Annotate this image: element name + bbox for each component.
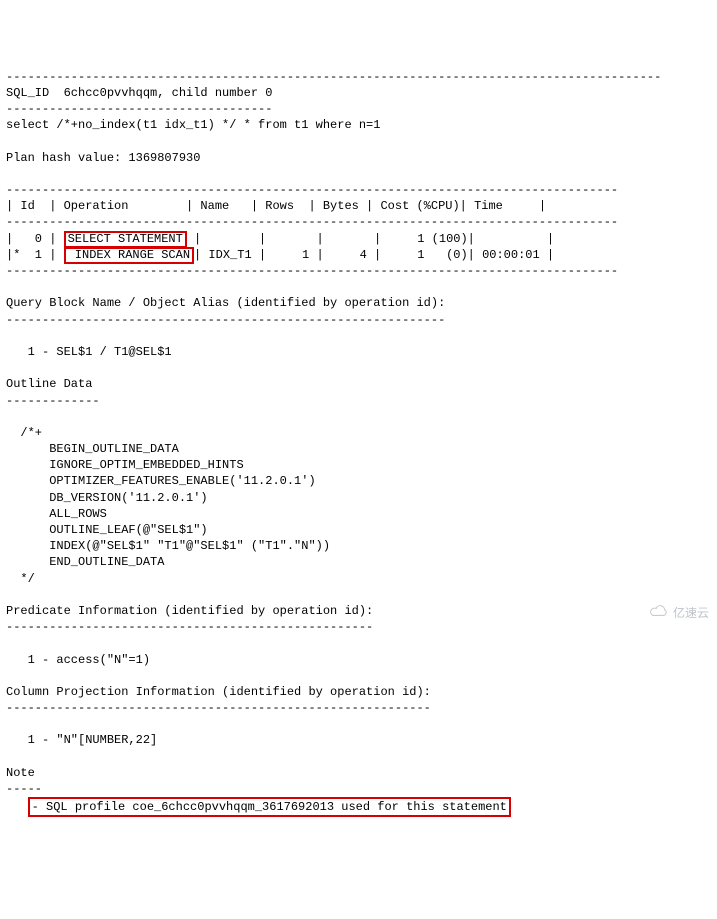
outline-leaf: OUTLINE_LEAF(@"SEL$1") xyxy=(6,523,208,537)
outline-end: END_OUTLINE_DATA xyxy=(6,555,164,569)
query-block-underline: ----------------------------------------… xyxy=(6,313,445,327)
colproj-underline: ----------------------------------------… xyxy=(6,701,431,715)
watermark: 亿速云 xyxy=(636,587,709,638)
note-profile-prefix xyxy=(6,800,28,814)
predicate-line: 1 - access("N"=1) xyxy=(6,653,150,667)
note-sql-profile: - SQL profile coe_6chcc0pvvhqqm_36176920… xyxy=(28,797,511,817)
predicate-underline: ----------------------------------------… xyxy=(6,620,373,634)
plan-table-border-mid: ----------------------------------------… xyxy=(6,215,618,229)
divider-top: ----------------------------------------… xyxy=(6,70,661,84)
outline-index: INDEX(@"SEL$1" "T1"@"SEL$1" ("T1"."N")) xyxy=(6,539,330,553)
select-statement: select /*+no_index(t1 idx_t1) */ * from … xyxy=(6,118,380,132)
operation-index-range-scan: INDEX RANGE SCAN xyxy=(64,247,194,264)
plan-hash-value: Plan hash value: 1369807930 xyxy=(6,151,200,165)
outline-db-version: DB_VERSION('11.2.0.1') xyxy=(6,491,208,505)
watermark-text: 亿速云 xyxy=(673,605,709,621)
plan-table-header: | Id | Operation | Name | Rows | Bytes |… xyxy=(6,199,546,213)
outline-open: /*+ xyxy=(6,426,42,440)
outline-heading: Outline Data xyxy=(6,377,92,391)
plan-table-row-1-prefix: |* 1 | xyxy=(6,248,64,262)
query-block-heading: Query Block Name / Object Alias (identif… xyxy=(6,296,445,310)
sql-id-line: SQL_ID 6chcc0pvvhqqm, child number 0 xyxy=(6,86,272,100)
operation-select-statement: SELECT STATEMENT xyxy=(64,231,187,248)
plan-table-row-0-suffix: | | | | 1 (100)| | xyxy=(194,232,554,246)
outline-close: */ xyxy=(6,572,35,586)
query-block-line: 1 - SEL$1 / T1@SEL$1 xyxy=(6,345,172,359)
outline-ignore-hints: IGNORE_OPTIM_EMBEDDED_HINTS xyxy=(6,458,244,472)
outline-opt-features: OPTIMIZER_FEATURES_ENABLE('11.2.0.1') xyxy=(6,474,316,488)
outline-begin: BEGIN_OUTLINE_DATA xyxy=(6,442,179,456)
note-heading: Note xyxy=(6,766,35,780)
plan-table-row-0-prefix: | 0 | xyxy=(6,232,64,246)
sql-id-underline: ------------------------------------- xyxy=(6,102,272,116)
colproj-line: 1 - "N"[NUMBER,22] xyxy=(6,733,157,747)
predicate-heading: Predicate Information (identified by ope… xyxy=(6,604,373,618)
colproj-heading: Column Projection Information (identifie… xyxy=(6,685,431,699)
cloud-icon xyxy=(636,587,669,638)
outline-underline: ------------- xyxy=(6,394,100,408)
plan-table-row-1-suffix: | IDX_T1 | 1 | 4 | 1 (0)| 00:00:01 | xyxy=(194,248,554,262)
note-underline: ----- xyxy=(6,782,42,796)
plan-table-border-bottom: ----------------------------------------… xyxy=(6,264,618,278)
plan-table-border-top: ----------------------------------------… xyxy=(6,183,618,197)
outline-all-rows: ALL_ROWS xyxy=(6,507,107,521)
